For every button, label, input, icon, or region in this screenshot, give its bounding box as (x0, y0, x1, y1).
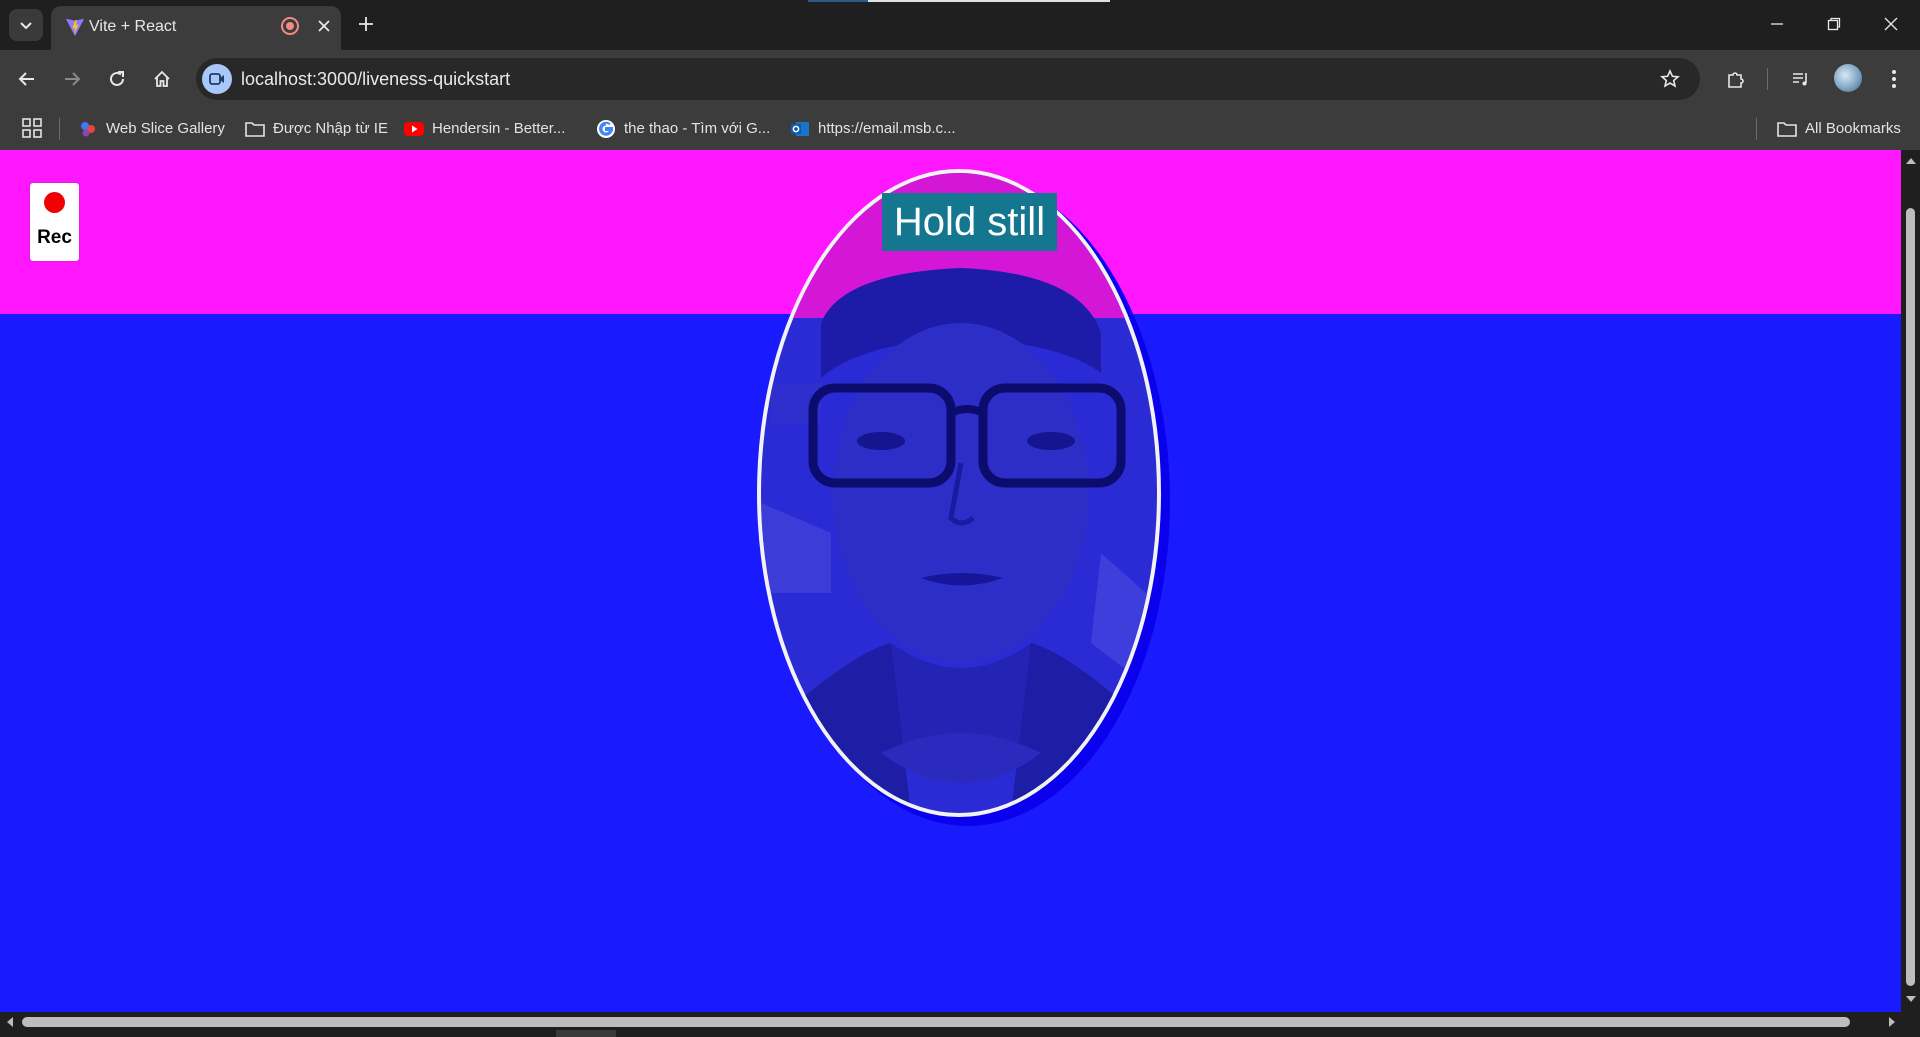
plus-icon (359, 17, 373, 31)
recording-indicator-icon (281, 17, 299, 35)
bookmarks-bar: Web Slice Gallery Được Nhập từ IE Hender… (0, 107, 1920, 150)
all-bookmarks-button[interactable]: All Bookmarks (1777, 107, 1901, 150)
reload-icon (110, 71, 124, 86)
profile-avatar[interactable] (1834, 64, 1862, 92)
folder-icon (245, 119, 265, 139)
restore-button[interactable] (1820, 12, 1848, 36)
bookmark-label: Hendersin - Better... (432, 120, 566, 137)
record-indicator[interactable]: Rec (30, 183, 79, 261)
bookmark-label: Web Slice Gallery (106, 120, 225, 137)
extensions-button[interactable] (1720, 63, 1752, 95)
camera-face-preview (761, 268, 1157, 813)
address-bar[interactable]: localhost:3000/liveness-quickstart (196, 58, 1700, 100)
horizontal-scroll-thumb[interactable] (22, 1017, 1850, 1027)
folder-icon (1777, 119, 1797, 139)
bookmark-email-msb[interactable]: https://email.msb.c... (790, 107, 956, 150)
arrow-right-icon (65, 72, 81, 86)
record-dot-icon (44, 192, 65, 213)
bookmark-web-slice-gallery[interactable]: Web Slice Gallery (78, 107, 225, 150)
scroll-down-icon[interactable] (1906, 996, 1916, 1002)
toolbar-divider (1767, 68, 1768, 90)
bookmark-label: the thao - Tìm với G... (624, 120, 771, 137)
bookmark-hendersin[interactable]: Hendersin - Better... (404, 107, 565, 150)
bookmark-label: https://email.msb.c... (818, 120, 956, 137)
bookmark-star-button[interactable] (1658, 67, 1682, 91)
web-slice-icon (78, 119, 98, 139)
bottom-edge-tab (556, 1030, 616, 1037)
bookmark-label: Được Nhập từ IE (273, 120, 388, 137)
bookmarks-divider (59, 118, 60, 140)
google-icon (596, 119, 616, 139)
loading-indicator (808, 0, 1110, 2)
window-close-button[interactable] (1877, 12, 1905, 36)
puzzle-icon (1728, 72, 1744, 88)
browser-toolbar: localhost:3000/liveness-quickstart (0, 50, 1920, 107)
arrow-left-icon (18, 72, 34, 86)
vertical-scroll-thumb[interactable] (1906, 208, 1915, 986)
star-icon (1660, 69, 1680, 88)
liveness-hint-text: Hold still (882, 193, 1057, 251)
bookmark-folder-ie[interactable]: Được Nhập từ IE (245, 107, 388, 150)
scroll-right-icon[interactable] (1889, 1017, 1895, 1027)
minimize-button[interactable] (1763, 12, 1791, 36)
scroll-left-icon[interactable] (7, 1017, 13, 1027)
vite-logo-icon (65, 18, 85, 37)
media-queue-icon (1793, 73, 1807, 86)
media-controls-button[interactable] (1785, 63, 1817, 95)
page-viewport: Rec Hold still (0, 150, 1901, 1012)
minimize-icon (1771, 23, 1783, 25)
bookmark-the-thao[interactable]: the thao - Tìm với G... (596, 107, 770, 150)
close-icon (1884, 17, 1898, 31)
browser-menu-button[interactable] (1878, 63, 1910, 95)
vertical-scrollbar[interactable] (1901, 150, 1920, 1012)
chevron-down-icon (20, 22, 32, 30)
scroll-up-icon[interactable] (1906, 158, 1916, 164)
more-vertical-icon (1892, 70, 1896, 88)
tab-close-button[interactable] (313, 15, 335, 37)
forward-button[interactable] (56, 63, 88, 95)
restore-icon (1827, 17, 1841, 31)
outlook-icon (790, 119, 810, 139)
close-icon (318, 20, 330, 32)
tab-title: Vite + React (89, 18, 177, 35)
tab-search-button[interactable] (9, 9, 43, 41)
reload-button[interactable] (101, 63, 133, 95)
face-oval-frame (757, 169, 1161, 817)
url-text[interactable]: localhost:3000/liveness-quickstart (241, 69, 510, 90)
new-tab-button[interactable] (354, 12, 378, 36)
home-button[interactable] (146, 63, 178, 95)
all-bookmarks-label: All Bookmarks (1805, 120, 1901, 137)
apps-grid-icon[interactable] (21, 117, 43, 139)
tab-strip: Vite + React (0, 0, 1920, 50)
youtube-icon (404, 119, 424, 139)
record-label: Rec (37, 227, 72, 248)
camera-in-use-icon[interactable] (202, 64, 232, 94)
tab-active[interactable]: Vite + React (51, 6, 341, 50)
back-button[interactable] (11, 63, 43, 95)
home-icon (154, 70, 170, 87)
bookmarks-divider (1756, 118, 1757, 140)
horizontal-scrollbar[interactable] (0, 1012, 1901, 1037)
